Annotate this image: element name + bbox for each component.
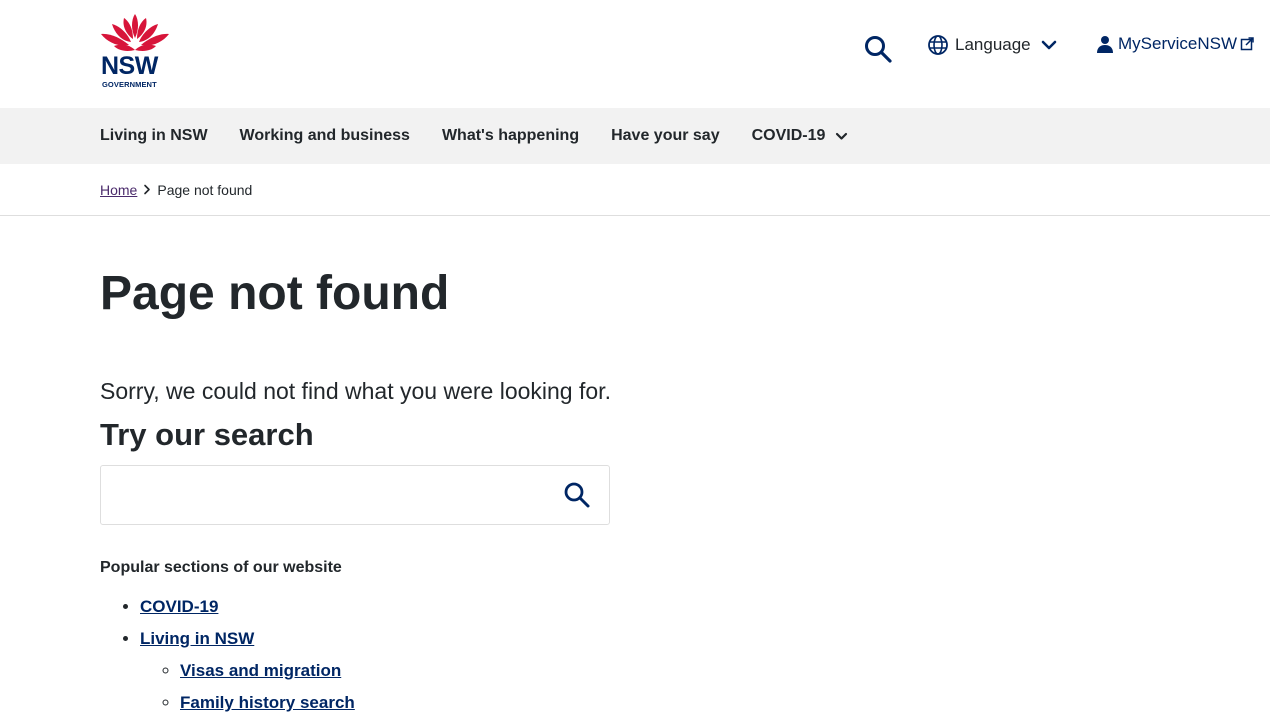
sub-links-list: Visas and migration Family history searc… (140, 655, 1270, 719)
list-item: Family history search (180, 687, 1270, 719)
nsw-government-logo[interactable]: NSW GOVERNMENT (100, 12, 170, 90)
breadcrumb-current: Page not found (157, 181, 253, 198)
chevron-down-icon (836, 132, 848, 140)
search-submit-button[interactable] (563, 481, 591, 514)
search-icon (564, 482, 590, 508)
search-box (100, 465, 610, 525)
breadcrumb: Home Page not found (0, 164, 1270, 216)
brand-sub: GOVERNMENT (102, 80, 157, 89)
site-header: NSW GOVERNMENT Language MyServiceNSW (0, 0, 1270, 108)
breadcrumb-home-link[interactable]: Home (100, 182, 137, 198)
nav-label: What's happening (441, 127, 580, 144)
nav-item-covid-19[interactable]: COVID-19 (752, 127, 849, 145)
link-visas-and-migration[interactable]: Visas and migration (180, 661, 341, 680)
user-icon (1097, 36, 1113, 53)
nav-item-living-in-nsw[interactable]: Living in NSW (100, 127, 208, 145)
globe-icon (928, 35, 948, 55)
search-input[interactable] (113, 466, 557, 524)
external-link-icon (1240, 37, 1254, 51)
list-item: Visas and migration (180, 655, 1270, 687)
search-heading: Try our search (100, 417, 314, 452)
language-label: Language (955, 35, 1031, 54)
popular-links-list: COVID-19 Living in NSW Visas and migrati… (100, 591, 1270, 719)
nav-label: COVID-19 (751, 127, 826, 144)
nav-label: Working and business (239, 127, 410, 144)
list-item: Living in NSW Visas and migration Family… (140, 623, 1270, 719)
nav-item-working-and-business[interactable]: Working and business (240, 127, 410, 145)
main-content: Page not found Sorry, we could not find … (0, 216, 1270, 719)
intro-text: Sorry, we could not find what you were l… (100, 378, 611, 404)
main-navigation: Living in NSW Working and business What'… (0, 108, 1270, 164)
page-title: Page not found (100, 267, 450, 320)
language-selector[interactable]: Language (927, 34, 1057, 56)
chevron-right-icon (143, 184, 151, 195)
link-living-in-nsw[interactable]: Living in NSW (140, 629, 254, 648)
myservicensw-link[interactable]: MyServiceNSW (1096, 34, 1254, 54)
list-item: COVID-19 (140, 591, 1270, 623)
search-icon (865, 36, 892, 63)
link-family-history-search[interactable]: Family history search (180, 693, 355, 712)
nav-label: Living in NSW (100, 127, 208, 144)
nav-item-whats-happening[interactable]: What's happening (442, 127, 579, 145)
myservicensw-label: MyServiceNSW (1118, 34, 1238, 53)
brand-name: NSW (101, 52, 158, 80)
nav-item-have-your-say[interactable]: Have your say (611, 127, 720, 145)
waratah-icon (101, 14, 169, 51)
nav-label: Have your say (611, 127, 720, 144)
popular-heading: Popular sections of our website (100, 559, 342, 576)
header-search-button[interactable] (864, 35, 892, 63)
chevron-down-icon (1041, 40, 1056, 50)
link-covid-19[interactable]: COVID-19 (140, 597, 218, 616)
